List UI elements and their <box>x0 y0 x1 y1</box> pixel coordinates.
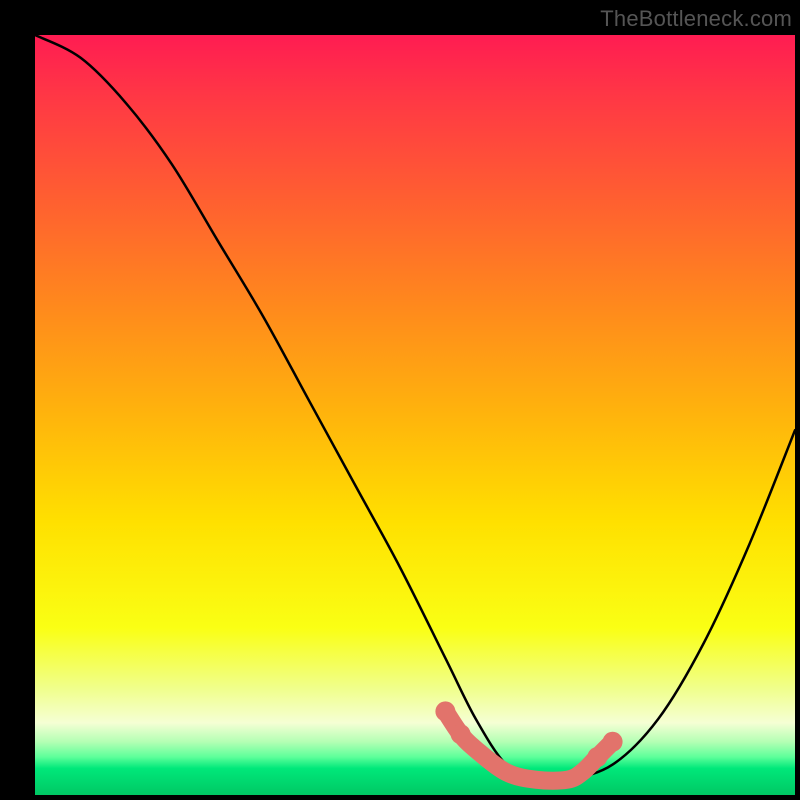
credit-text: TheBottleneck.com <box>600 6 792 32</box>
highlight-dot <box>587 747 607 767</box>
chart-frame: TheBottleneck.com <box>0 0 800 800</box>
plot-area <box>35 35 795 795</box>
highlight-flat-region-line <box>445 711 612 780</box>
highlight-dot <box>603 732 623 752</box>
highlight-dot <box>435 701 455 721</box>
chart-svg <box>35 35 795 795</box>
highlight-dots <box>435 701 622 767</box>
bottleneck-curve-line <box>35 35 795 782</box>
highlight-dot <box>451 724 471 744</box>
